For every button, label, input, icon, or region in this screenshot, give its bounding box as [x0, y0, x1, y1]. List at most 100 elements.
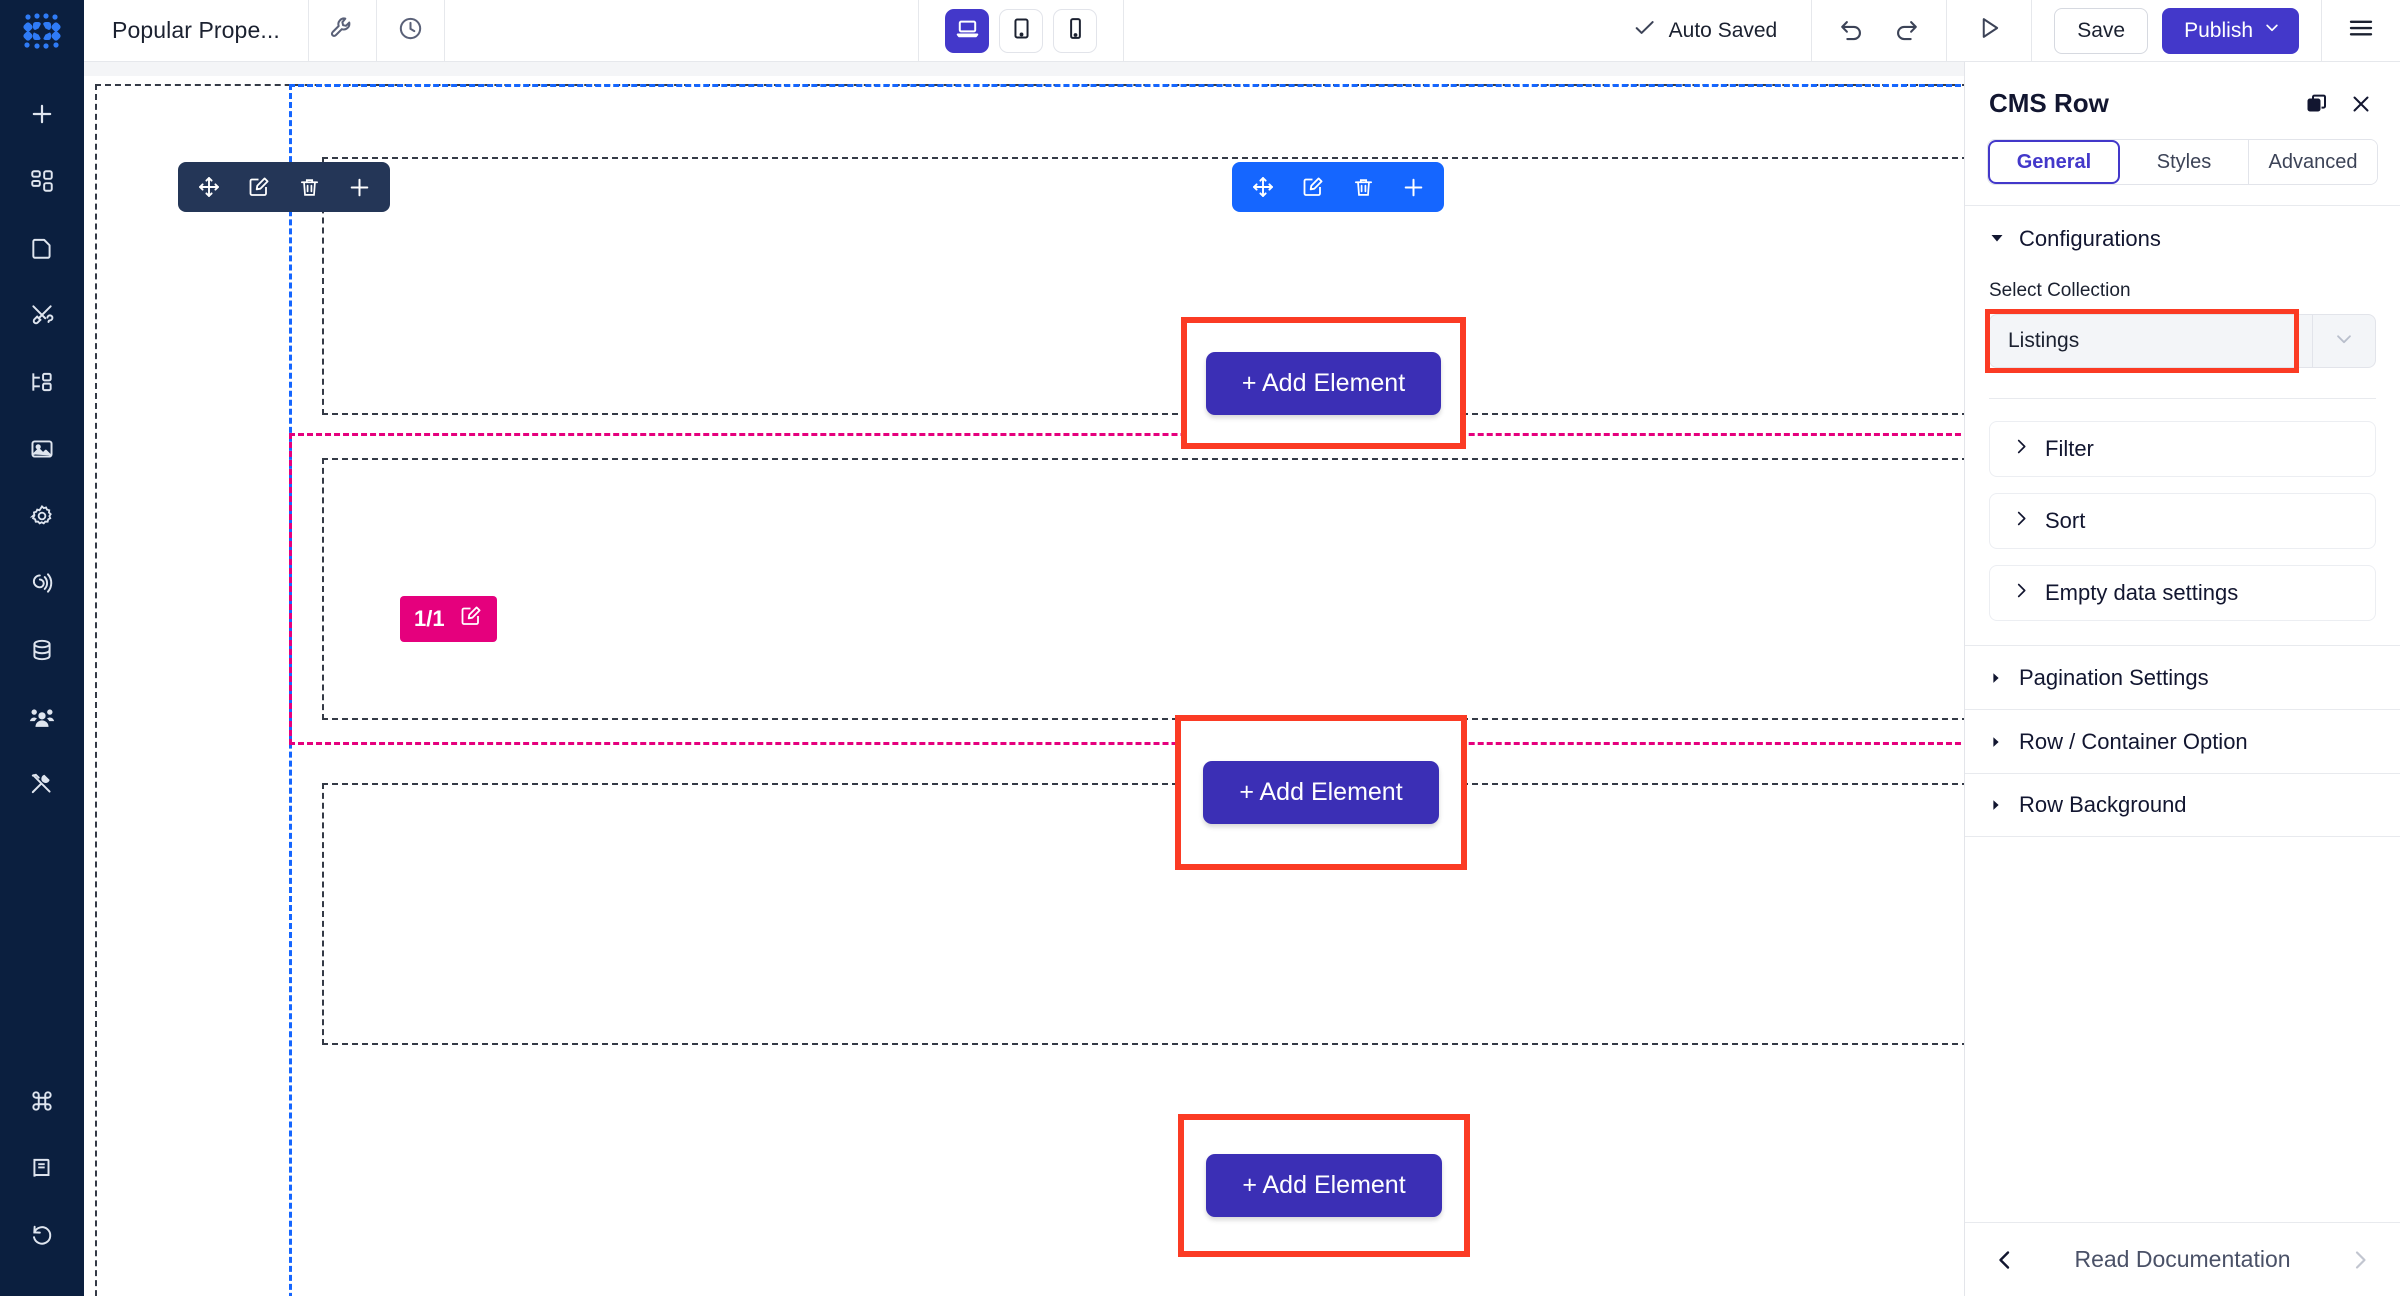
sidebar-item-design[interactable] [14, 281, 70, 348]
chevron-down-icon [2263, 19, 2281, 43]
edit-pencil-icon[interactable] [459, 604, 483, 634]
app-root: Popular Prope... Auto Saved Save Publish… [0, 0, 2400, 1296]
configurations-body: Select Collection Listings Filter Sort E… [1965, 272, 2400, 637]
move-icon[interactable] [1242, 168, 1284, 206]
chevron-right-icon[interactable] [2348, 1248, 2372, 1272]
accordion-filter[interactable]: Filter [1989, 421, 2376, 477]
sidebar-item-history[interactable] [14, 1201, 70, 1268]
section-toolbar[interactable] [178, 162, 390, 212]
tab-advanced[interactable]: Advanced [2249, 140, 2377, 184]
device-tablet-button[interactable] [999, 8, 1044, 53]
page-title[interactable]: Popular Prope... [84, 0, 309, 61]
chevron-down-icon [2333, 328, 2355, 355]
sidebar-item-settings[interactable] [14, 482, 70, 549]
move-icon[interactable] [188, 168, 230, 206]
row-outline-2[interactable] [322, 458, 1964, 720]
add-element-highlight-1: + Add Element [1181, 317, 1466, 449]
sidebar-item-pages[interactable] [14, 214, 70, 281]
trash-icon[interactable] [1342, 168, 1384, 206]
left-sidebar [0, 0, 84, 1296]
hamburger-icon [2346, 13, 2376, 48]
toolbar-spacer-left [445, 0, 918, 61]
app-logo[interactable] [0, 0, 84, 62]
play-icon [1975, 14, 2003, 47]
caret-right-icon [1989, 792, 2003, 818]
chevron-left-icon[interactable] [1993, 1248, 2017, 1272]
tab-general[interactable]: General [1988, 140, 2120, 184]
book-icon [29, 1155, 55, 1181]
plus-icon[interactable] [338, 168, 380, 206]
add-element-button[interactable]: + Add Element [1206, 1154, 1442, 1217]
sidebar-item-shortcuts[interactable] [14, 1067, 70, 1134]
history-button[interactable] [377, 0, 445, 61]
mobile-icon [1063, 16, 1088, 46]
undo-redo-group [1812, 0, 1948, 61]
edit-pencil-icon[interactable] [1292, 168, 1334, 206]
redo-button[interactable] [1892, 17, 1920, 45]
sidebar-item-apps[interactable] [14, 147, 70, 214]
caret-right-icon [1989, 665, 2003, 691]
command-icon [29, 1088, 55, 1114]
section-row-container-label: Row / Container Option [2019, 728, 2248, 754]
device-desktop-button[interactable] [945, 8, 990, 53]
main-menu-button[interactable] [2322, 0, 2400, 61]
preview-button[interactable] [1947, 0, 2033, 61]
close-icon[interactable] [2346, 89, 2376, 119]
accordion-sort[interactable]: Sort [1989, 493, 2376, 549]
sidebar-bottom-nav [14, 1067, 70, 1296]
duplicate-icon[interactable] [2302, 89, 2332, 119]
panel-gap [1965, 637, 2400, 645]
section-row-container-option[interactable]: Row / Container Option [1965, 709, 2400, 773]
autosave-label: Auto Saved [1668, 18, 1778, 42]
accordion-empty-data-label: Empty data settings [2045, 580, 2239, 605]
chevron-right-icon [2012, 580, 2031, 606]
plus-icon[interactable] [1392, 168, 1434, 206]
device-mobile-button[interactable] [1053, 8, 1098, 53]
panel-spacer [1965, 837, 2400, 1222]
clock-icon [397, 15, 424, 47]
database-icon [29, 637, 55, 663]
publish-label: Publish [2184, 18, 2254, 42]
undo-button[interactable] [1838, 17, 1866, 45]
sidebar-item-tools[interactable] [14, 750, 70, 817]
accordion-empty-data-settings[interactable]: Empty data settings [1989, 565, 2376, 621]
accordion-sort-label: Sort [2045, 508, 2086, 533]
read-documentation-label[interactable]: Read Documentation [2074, 1246, 2290, 1273]
configurations-label: Configurations [2019, 226, 2161, 251]
page-icon [29, 235, 55, 261]
sidebar-item-users[interactable] [14, 683, 70, 750]
publish-button[interactable]: Publish [2162, 7, 2300, 54]
sidebar-item-media[interactable] [14, 415, 70, 482]
configurations-header[interactable]: Configurations [1965, 206, 2400, 272]
row-toolbar[interactable] [1232, 162, 1444, 212]
sidebar-item-docs[interactable] [14, 1134, 70, 1201]
sidebar-nav [14, 62, 70, 817]
select-collection-toggle[interactable] [2312, 314, 2376, 368]
gear-icon [29, 503, 55, 529]
history-icon [29, 1222, 55, 1248]
sidebar-item-database[interactable] [14, 616, 70, 683]
add-element-button[interactable]: + Add Element [1205, 351, 1442, 415]
select-collection-value[interactable]: Listings [1989, 314, 2312, 368]
sidebar-item-add[interactable] [14, 80, 70, 147]
caret-right-icon [1989, 729, 2003, 755]
select-collection-control[interactable]: Listings [1985, 309, 2376, 373]
sidebar-item-structure[interactable] [14, 348, 70, 415]
brush-icon [29, 302, 55, 328]
sidebar-item-integrations[interactable] [14, 549, 70, 616]
settings-wrench-button[interactable] [309, 0, 377, 61]
row-outline-3[interactable] [322, 783, 1964, 1045]
save-button[interactable]: Save [2054, 7, 2149, 54]
row-outline-1[interactable] [322, 157, 1964, 415]
cms-row-badge[interactable]: 1/1 [400, 596, 497, 642]
publish-actions: Save Publish [2032, 0, 2323, 61]
add-element-button[interactable]: + Add Element [1203, 761, 1439, 824]
check-icon [1632, 15, 1657, 46]
section-row-background[interactable]: Row Background [1965, 773, 2400, 837]
autosave-status: Auto Saved [1598, 0, 1813, 61]
trash-icon[interactable] [288, 168, 330, 206]
edit-pencil-icon[interactable] [238, 168, 280, 206]
section-pagination-settings[interactable]: Pagination Settings [1965, 645, 2400, 709]
editor-canvas[interactable]: 1/1 + Add Element + Add Element + Add El… [84, 62, 1964, 1296]
tab-styles[interactable]: Styles [2120, 140, 2249, 184]
